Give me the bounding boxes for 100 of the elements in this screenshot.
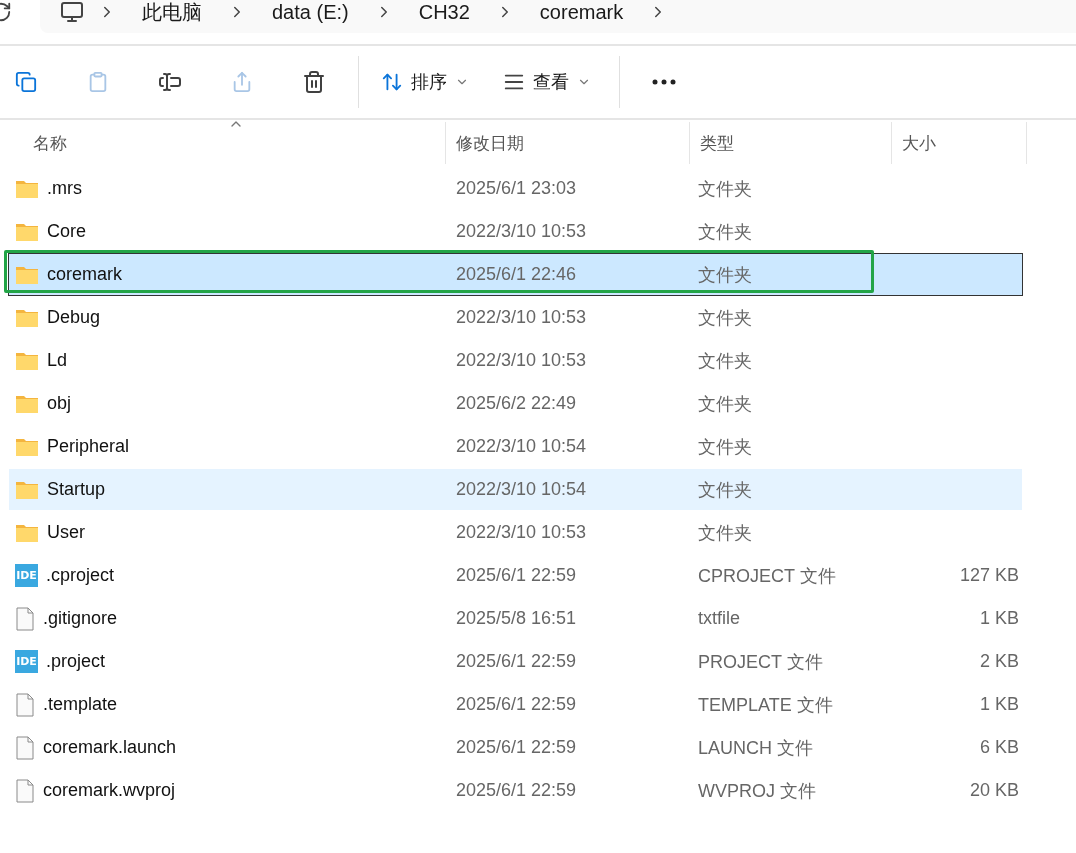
sort-icon	[381, 71, 403, 93]
file-name: .project	[46, 651, 106, 672]
size-cell-text: 127 KB	[958, 565, 1020, 586]
size-cell-text: 20 KB	[968, 780, 1020, 801]
file-row[interactable]: IDE .cproject 2025/6/1 22:59 CPROJECT 文件 127 KB	[9, 555, 1022, 596]
date-cell-text: 2025/6/1 22:46	[455, 264, 578, 285]
date-cell-text: 2022/3/10 10:53	[455, 221, 588, 242]
file-name: coremark.wvproj	[43, 780, 176, 801]
date-cell-text: 2022/3/10 10:53	[455, 522, 588, 543]
date-cell-text: 2025/5/8 16:51	[455, 608, 578, 629]
type-cell-text: 文件夹	[697, 263, 753, 287]
file-name: obj	[47, 393, 72, 414]
column-title: 名称	[33, 132, 67, 155]
folder-icon	[15, 350, 39, 371]
breadcrumb-item[interactable]: coremark	[527, 0, 636, 24]
file-row[interactable]: Ld 2022/3/10 10:53 文件夹	[9, 340, 1022, 381]
copy-icon	[15, 71, 37, 93]
column-header[interactable]: 类型	[690, 122, 892, 164]
file-row[interactable]: obj 2025/6/2 22:49 文件夹	[9, 383, 1022, 424]
file-name: Debug	[47, 307, 101, 328]
folder-icon	[15, 479, 39, 500]
file-row[interactable]: coremark.launch 2025/6/1 22:59 LAUNCH 文件 6 KB	[9, 727, 1022, 768]
folder-icon	[15, 436, 39, 457]
type-cell-text: txtfile	[697, 608, 741, 629]
file-row[interactable]: Startup 2022/3/10 10:54 文件夹	[9, 469, 1022, 510]
file-icon	[15, 735, 35, 760]
file-name: .gitignore	[43, 608, 118, 629]
type-cell-text: PROJECT 文件	[697, 650, 824, 674]
type-cell-text: 文件夹	[697, 220, 753, 244]
date-cell-text: 2025/6/1 22:59	[455, 737, 578, 758]
folder-icon	[15, 393, 39, 414]
more-icon	[652, 79, 676, 85]
date-cell-text: 2025/6/2 22:49	[455, 393, 578, 414]
file-name: .template	[43, 694, 118, 715]
type-cell-text: CPROJECT 文件	[697, 564, 837, 588]
computer-icon[interactable]	[60, 0, 84, 24]
column-title: 大小	[902, 132, 936, 155]
file-row[interactable]: Debug 2022/3/10 10:53 文件夹	[9, 297, 1022, 338]
date-cell-text: 2025/6/1 23:03	[455, 178, 578, 199]
breadcrumb-item[interactable]: CH32	[406, 0, 482, 24]
type-cell-text: 文件夹	[697, 392, 753, 416]
file-row[interactable]: .gitignore 2025/5/8 16:51 txtfile 1 KB	[9, 598, 1022, 639]
type-cell-text: 文件夹	[697, 306, 753, 330]
type-cell-text: TEMPLATE 文件	[697, 693, 834, 717]
folder-icon	[15, 522, 39, 543]
file-icon	[15, 606, 35, 631]
view-button[interactable]: 查看	[489, 58, 605, 106]
column-header[interactable]: 大小	[892, 122, 1027, 164]
breadcrumb-item[interactable]: 此电脑	[130, 0, 214, 26]
column-header[interactable]: 名称	[0, 122, 446, 164]
share-icon	[231, 71, 253, 93]
date-cell-text: 2025/6/1 22:59	[455, 565, 578, 586]
file-name: coremark.launch	[43, 737, 177, 758]
type-cell-text: WVPROJ 文件	[697, 779, 817, 803]
folder-icon	[15, 178, 39, 199]
file-name: Startup	[47, 479, 106, 500]
size-cell-text: 1 KB	[978, 694, 1020, 715]
ide-file-icon: IDE	[15, 564, 38, 587]
file-row[interactable]: User 2022/3/10 10:53 文件夹	[9, 512, 1022, 553]
type-cell-text: LAUNCH 文件	[697, 736, 814, 760]
type-cell-text: 文件夹	[697, 177, 753, 201]
file-icon	[15, 778, 35, 803]
type-cell-text: 文件夹	[697, 478, 753, 502]
folder-icon	[15, 264, 39, 285]
file-name: User	[47, 522, 85, 543]
clipboard-icon	[87, 71, 109, 93]
breadcrumb-item[interactable]: data (E:)	[260, 0, 361, 24]
date-cell-text: 2025/6/1 22:59	[455, 780, 578, 801]
size-cell-text: 1 KB	[978, 608, 1020, 629]
column-title: 修改日期	[456, 132, 524, 155]
rename-icon	[158, 70, 182, 94]
file-icon	[15, 692, 35, 717]
file-name: Peripheral	[47, 436, 130, 457]
file-name: Ld	[47, 350, 68, 371]
file-row[interactable]: IDE .project 2025/6/1 22:59 PROJECT 文件 2 KB	[9, 641, 1022, 682]
file-row[interactable]: .template 2025/6/1 22:59 TEMPLATE 文件 1 KB	[9, 684, 1022, 725]
delete-icon	[302, 70, 326, 94]
type-cell-text: 文件夹	[697, 521, 753, 545]
date-cell-text: 2025/6/1 22:59	[455, 651, 578, 672]
sort-button[interactable]: 排序	[367, 58, 483, 106]
file-row[interactable]: Peripheral 2022/3/10 10:54 文件夹	[9, 426, 1022, 467]
folder-icon	[15, 221, 39, 242]
file-row[interactable]: Core 2022/3/10 10:53 文件夹	[9, 211, 1022, 252]
date-cell-text: 2022/3/10 10:54	[455, 479, 588, 500]
type-cell-text: 文件夹	[697, 435, 753, 459]
file-name: Core	[47, 221, 86, 242]
ide-file-icon: IDE	[15, 650, 38, 673]
folder-icon	[15, 307, 39, 328]
size-cell-text: 6 KB	[978, 737, 1020, 758]
file-row[interactable]: .mrs 2025/6/1 23:03 文件夹	[9, 168, 1022, 209]
file-name: coremark	[47, 264, 122, 285]
size-cell-text: 2 KB	[978, 651, 1020, 672]
date-cell-text: 2022/3/10 10:53	[455, 307, 588, 328]
file-name: .mrs	[47, 178, 82, 199]
column-header[interactable]: 修改日期	[446, 122, 690, 164]
date-cell-text: 2025/6/1 22:59	[455, 694, 578, 715]
type-cell-text: 文件夹	[697, 349, 753, 373]
date-cell-text: 2022/3/10 10:53	[455, 350, 588, 371]
file-row[interactable]: coremark.wvproj 2025/6/1 22:59 WVPROJ 文件 20 KB	[9, 770, 1022, 811]
column-title: 类型	[700, 132, 734, 155]
